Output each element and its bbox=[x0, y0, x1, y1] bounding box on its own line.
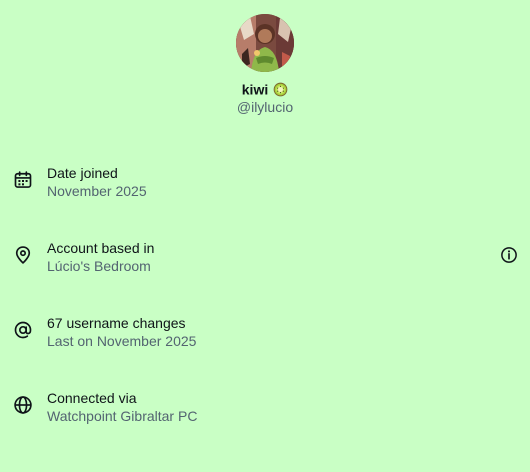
display-name: kiwi bbox=[241, 81, 269, 98]
globe-icon bbox=[14, 396, 32, 414]
detail-row-username-changes: 67 username changes Last on November 202… bbox=[0, 314, 530, 354]
detail-subtitle: Lúcio's Bedroom bbox=[47, 258, 151, 274]
detail-text: Account based in Lúcio's Bedroom bbox=[47, 239, 477, 275]
username-handle: @ilylucio bbox=[236, 99, 294, 115]
at-sign-icon bbox=[14, 321, 32, 339]
location-pin-icon bbox=[15, 246, 31, 264]
detail-title: Date joined bbox=[47, 165, 118, 181]
detail-text: Date joined November 2025 bbox=[47, 164, 477, 200]
avatar-image bbox=[236, 14, 294, 72]
kiwi-icon bbox=[273, 82, 288, 97]
detail-title: Account based in bbox=[47, 240, 155, 256]
detail-row-account-based-in: Account based in Lúcio's Bedroom bbox=[0, 239, 530, 279]
calendar-icon bbox=[14, 171, 32, 188]
display-name-row: kiwi bbox=[0, 80, 530, 97]
detail-title: 67 username changes bbox=[47, 315, 186, 331]
detail-subtitle: November 2025 bbox=[47, 183, 147, 199]
detail-title: Connected via bbox=[47, 390, 137, 406]
detail-subtitle: Watchpoint Gibraltar PC bbox=[47, 408, 198, 424]
detail-row-connected-via: Connected via Watchpoint Gibraltar PC bbox=[0, 389, 530, 429]
detail-subtitle: Last on November 2025 bbox=[47, 333, 197, 349]
detail-row-date-joined: Date joined November 2025 bbox=[0, 164, 530, 204]
detail-text: Connected via Watchpoint Gibraltar PC bbox=[47, 389, 477, 425]
avatar[interactable] bbox=[236, 14, 294, 72]
info-icon[interactable] bbox=[500, 246, 518, 264]
detail-text: 67 username changes Last on November 202… bbox=[47, 314, 477, 350]
